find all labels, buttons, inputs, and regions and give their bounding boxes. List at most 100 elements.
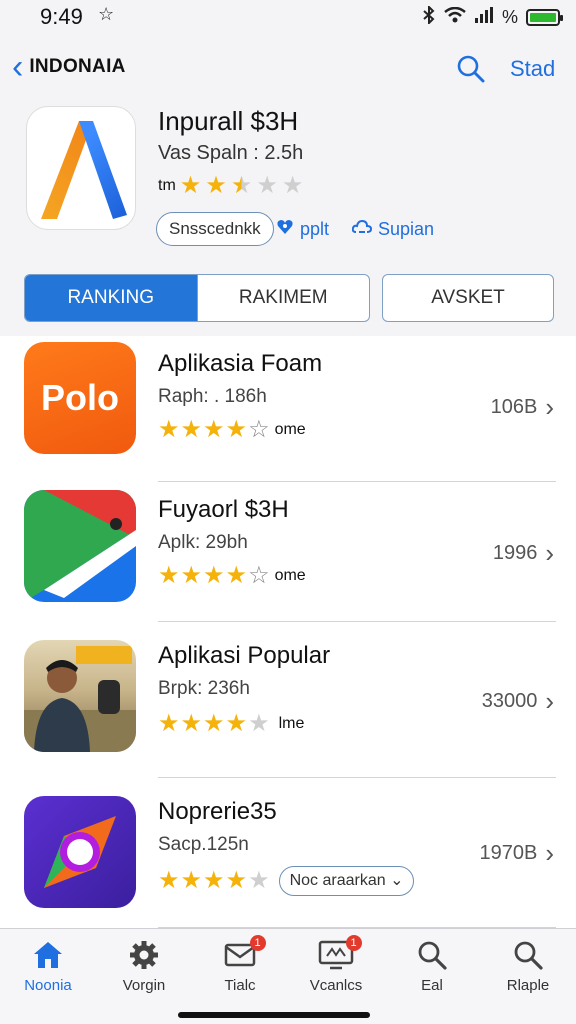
tab-settings[interactable]: Vorgin (96, 929, 192, 1024)
star-icon: ★ (225, 416, 248, 443)
wifi-icon (444, 6, 466, 28)
tab-ranking[interactable]: RANKING (25, 275, 197, 321)
open-dropdown-label: Noc araarkan (289, 872, 386, 889)
star-outline-icon: ☆ (248, 416, 270, 443)
star-icon: ★ (248, 710, 270, 737)
app-name: Noprerie35 (158, 798, 277, 825)
tab-rakimem[interactable]: RAKIMEM (196, 275, 370, 321)
list-item[interactable]: Fuyaorl $3H Aplk: 29bh ★ ★ ★ ★ ☆ ome 199… (0, 476, 576, 622)
app-subtitle: Raph: . 186h (158, 386, 267, 407)
bluetooth-icon (422, 4, 436, 29)
app-count: 1970B › (479, 838, 554, 869)
app-subtitle: Sacp.125n (158, 834, 249, 855)
open-dropdown-button[interactable]: Noc araarkan ⌄ (278, 866, 415, 896)
star-icon: ★ (180, 416, 203, 443)
list-item[interactable]: Aplikasi Popular Brpk: 236h ★ ★ ★ ★ ★ lm… (0, 622, 576, 778)
tab-search[interactable]: Eal (384, 929, 480, 1024)
star-icon: ★ (179, 172, 202, 199)
app-header: ‹ INDONAIA Stad Inpurall $3H Vas Spaln :… (0, 36, 576, 336)
star-icon: ★ (180, 710, 203, 737)
star-icon: ★ (248, 867, 270, 894)
star-icon: ★ (203, 562, 225, 589)
star-icon: ★ (281, 172, 304, 199)
nav-action-button[interactable]: Stad (510, 56, 555, 82)
count-value: 33000 (481, 690, 538, 712)
tab-label: Rlaple (506, 977, 550, 994)
count-value: 1970B (479, 842, 538, 864)
app-name: Aplikasi Popular (158, 642, 331, 669)
tab-label: Vcanlcs (309, 977, 363, 994)
cloud-icon (351, 218, 373, 241)
bottom-tab-bar: Noonia Vorgin 1 Tialc 1 Vcanlcs Eal Rlap… (0, 928, 576, 1024)
support-link-label: Supian (378, 219, 435, 239)
star-icon: ★ (203, 867, 225, 894)
notification-badge: 1 (345, 935, 362, 951)
app-subtitle: Brpk: 236h (158, 678, 250, 699)
app-rating: ★ ★ ★ ★ ★ lme (158, 712, 304, 736)
star-icon: ★ (158, 416, 180, 443)
chevron-left-icon: ‹ (12, 48, 24, 86)
rating-label: lme (278, 715, 305, 732)
star-icon: ★ (205, 172, 227, 199)
star-icon: ★ (203, 416, 225, 443)
list-item[interactable]: Polo Aplikasia Foam Raph: . 186h ★ ★ ★ ★… (0, 336, 576, 482)
app-icon (24, 640, 136, 752)
featured-app-icon[interactable] (26, 106, 136, 230)
favorite-link[interactable]: pplt (276, 218, 329, 241)
star-icon: ★ (225, 710, 248, 737)
app-count: 106B › (491, 392, 554, 423)
star-icon: ★ (203, 710, 225, 737)
featured-app-name: Inpurall $3H (158, 106, 299, 136)
count-value: 1996 (492, 542, 538, 564)
category-pill[interactable]: Snsscednkk (156, 212, 274, 246)
star-icon: ★ (230, 172, 253, 199)
chevron-right-icon: › (545, 392, 554, 422)
star-icon: ★ (158, 710, 180, 737)
tab-monitor[interactable]: 1 Vcanlcs (288, 929, 384, 1024)
star-status-icon: ☆ (98, 4, 115, 24)
search-icon (418, 941, 447, 970)
segmented-control: RANKING RAKIMEM (24, 274, 370, 322)
star-icon: ★ (158, 867, 180, 894)
rating-label: ome (274, 421, 306, 438)
star-icon: ★ (225, 562, 248, 589)
rating-label: ome (274, 567, 306, 584)
featured-rating: tm ★ ★ ★ ★ ★ (158, 174, 303, 198)
app-icon (24, 796, 136, 908)
gear-icon (130, 941, 158, 969)
status-right: % (422, 4, 563, 29)
app-count: 33000 › (482, 686, 554, 717)
heart-icon (276, 218, 294, 241)
home-indicator[interactable] (178, 1012, 370, 1018)
app-subtitle: Aplk: 29bh (158, 532, 248, 553)
star-icon: ★ (158, 562, 180, 589)
notification-badge: 1 (249, 935, 266, 951)
star-icon: ★ (180, 867, 203, 894)
back-button[interactable]: ‹ INDONAIA (12, 48, 126, 86)
tab-label: Eal (421, 977, 443, 994)
support-link[interactable]: Supian (351, 218, 435, 241)
app-rating: ★ ★ ★ ★ ☆ ome (158, 418, 306, 442)
tab-inbox[interactable]: 1 Tialc (192, 929, 288, 1024)
app-icon: Polo (24, 342, 136, 454)
star-outline-icon: ☆ (248, 562, 270, 589)
app-name: Fuyaorl $3H (158, 496, 289, 523)
list-item[interactable]: Noprerie35 Sacp.125n ★ ★ ★ ★ ★ Noc araar… (0, 778, 576, 928)
featured-app-subtitle: Vas Spaln : 2.5h (158, 142, 304, 164)
tab-label: Noonia (24, 977, 72, 994)
tab-home[interactable]: Noonia (0, 929, 96, 1024)
app-count: 1996 › (493, 538, 554, 569)
search-icon[interactable] (456, 54, 486, 89)
star-icon: ★ (256, 172, 278, 199)
chevron-right-icon: › (545, 838, 554, 868)
chevron-right-icon: › (545, 686, 554, 716)
home-icon (34, 942, 62, 968)
app-rating: ★ ★ ★ ★ ★ Noc araarkan ⌄ (158, 866, 415, 896)
tab-search-2[interactable]: Rlaple (480, 929, 576, 1024)
favorite-link-label: pplt (300, 219, 330, 239)
nav-title: INDONAIA (29, 56, 126, 77)
signal-icon (474, 7, 494, 28)
app-icon (24, 490, 136, 602)
tab-avsket[interactable]: AVSKET (382, 274, 554, 322)
search-icon (514, 941, 543, 970)
